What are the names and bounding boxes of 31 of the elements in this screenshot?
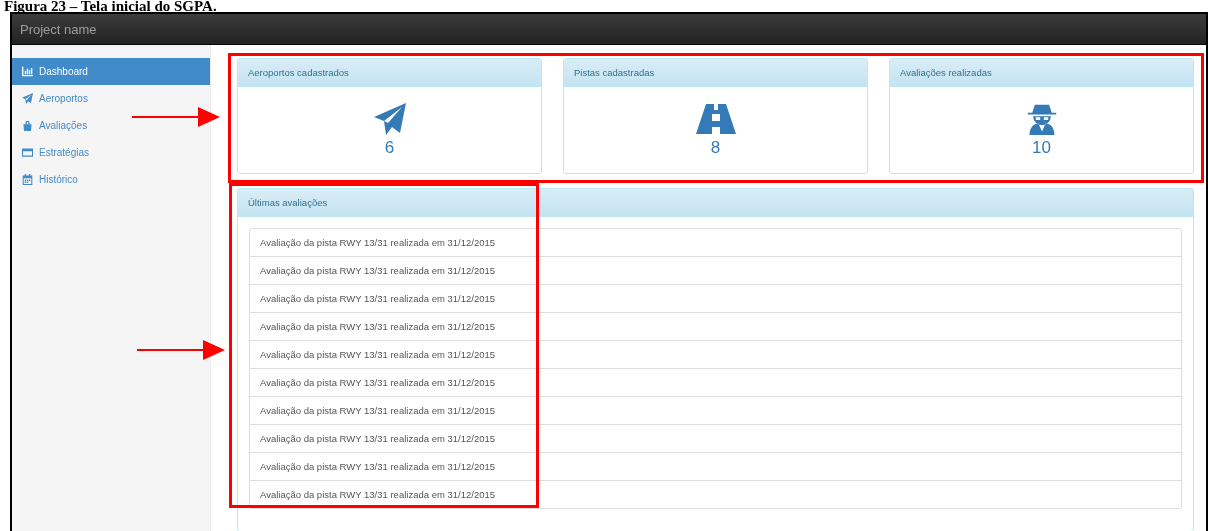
sidebar-item[interactable]: Dashboard <box>12 58 210 85</box>
list-item[interactable]: Avaliação da pista RWY 13/31 realizada em 31/12/2015 <box>250 229 1181 256</box>
list-item[interactable]: Avaliação da pista RWY 13/31 realizada em 31/12/2015 <box>250 480 1181 508</box>
brand-link[interactable]: Project name <box>20 21 97 37</box>
list-item[interactable]: Avaliação da pista RWY 13/31 realizada em 31/12/2015 <box>250 340 1181 368</box>
list-item[interactable]: Avaliação da pista RWY 13/31 realizada em 31/12/2015 <box>250 284 1181 312</box>
stat-value: 8 <box>710 139 721 157</box>
card-title: Avaliações realizadas <box>890 59 1193 87</box>
card-icon <box>22 147 33 158</box>
bar-chart-icon <box>22 66 33 77</box>
list-item[interactable]: Avaliação da pista RWY 13/31 realizada em 31/12/2015 <box>250 256 1181 284</box>
arrow-icon <box>137 340 225 360</box>
sidebar-item[interactable]: Avaliações <box>12 112 94 139</box>
sidebar-item[interactable]: Estratégias <box>12 139 96 166</box>
list-item[interactable]: Avaliação da pista RWY 13/31 realizada em 31/12/2015 <box>250 368 1181 396</box>
road-icon <box>695 103 736 135</box>
sidebar-item[interactable]: Histórico <box>12 166 84 193</box>
panel-title: Últimas avaliações <box>238 189 1193 217</box>
list-item[interactable]: Avaliação da pista RWY 13/31 realizada em 31/12/2015 <box>250 396 1181 424</box>
sidebar-item[interactable]: Aeroportos <box>12 85 94 112</box>
paper-plane-icon <box>22 93 33 104</box>
list-item[interactable]: Avaliação da pista RWY 13/31 realizada em 31/12/2015 <box>250 424 1181 452</box>
list-item[interactable]: Avaliação da pista RWY 13/31 realizada em 31/12/2015 <box>250 312 1181 340</box>
card-title: Aeroportos cadastrados <box>238 59 541 87</box>
stat-value: 10 <box>1032 139 1051 157</box>
card-title: Pistas cadastradas <box>564 59 867 87</box>
calendar-icon <box>22 174 33 185</box>
arrow-icon <box>132 107 220 127</box>
stat-value: 6 <box>384 139 395 157</box>
figure-caption: Figura 23 – Tela inicial do SGPA. <box>3 0 218 12</box>
list-item[interactable]: Avaliação da pista RWY 13/31 realizada em 31/12/2015 <box>250 452 1181 480</box>
